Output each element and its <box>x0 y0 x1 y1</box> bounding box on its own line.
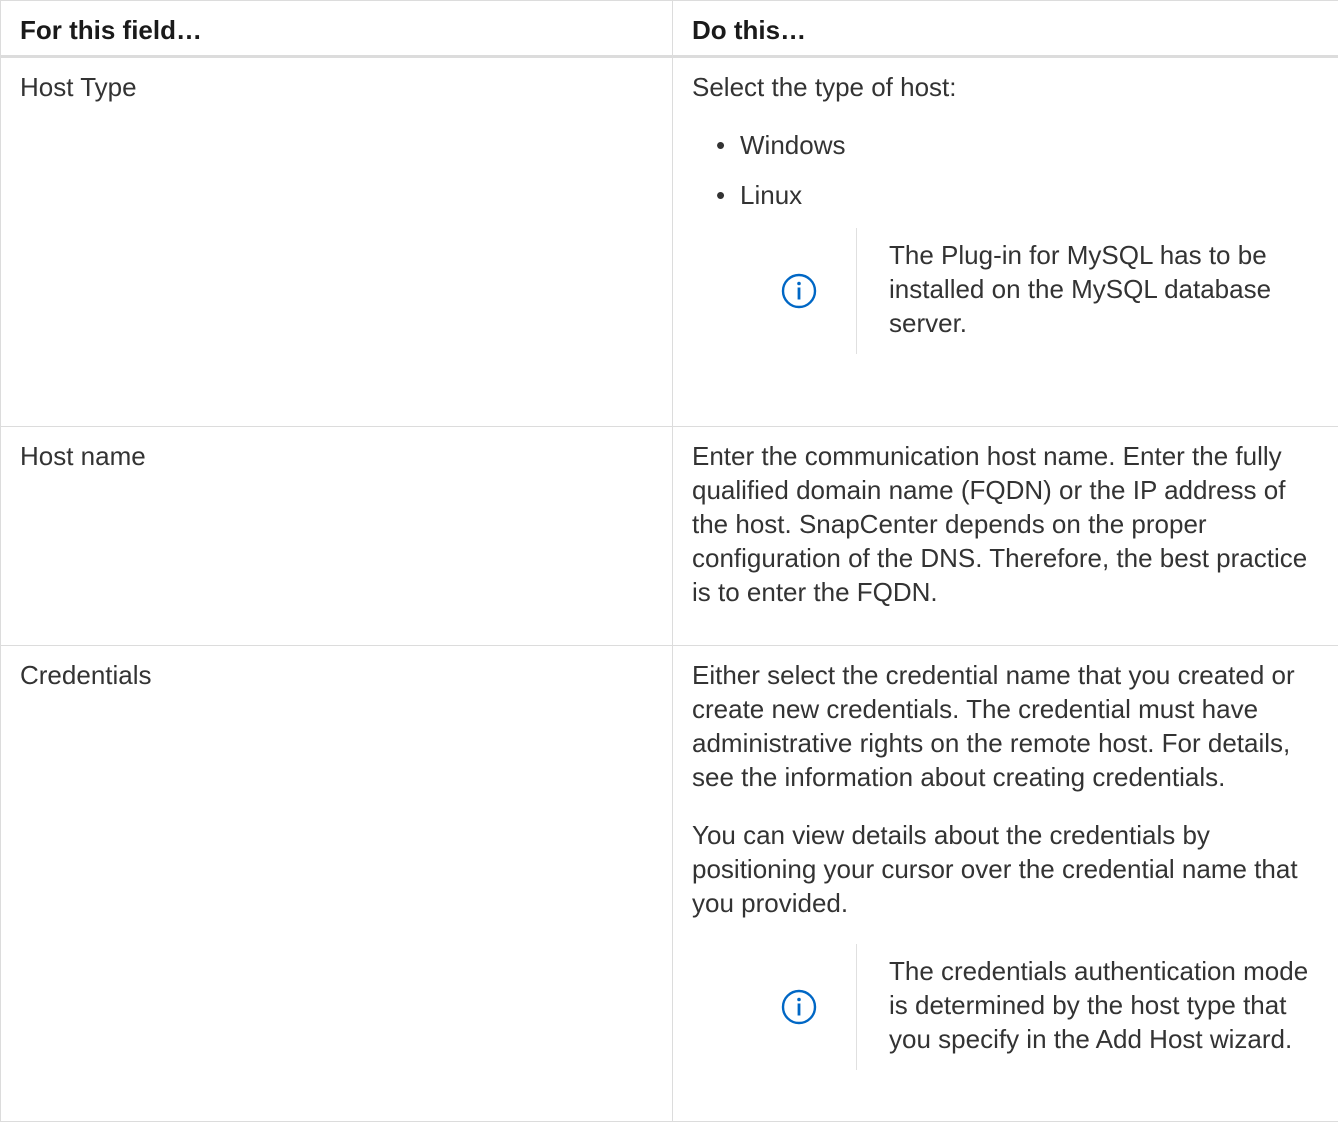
option-windows: Windows <box>692 128 1320 162</box>
field-label-host-type: Host Type <box>20 72 137 102</box>
credentials-paragraph-1: Either select the credential name that y… <box>692 660 1295 792</box>
fields-table: For this field… Do this… Host Type Selec… <box>0 0 1338 1122</box>
note-text: The credentials authentication mode is d… <box>889 956 1309 1054</box>
header-action: Do this… <box>672 0 1338 58</box>
header-field: For this field… <box>0 0 673 58</box>
host-name-description: Enter the communication host name. Enter… <box>692 441 1308 607</box>
table-header-row: For this field… Do this… <box>0 0 1338 58</box>
credentials-paragraph-2: You can view details about the credentia… <box>692 820 1298 918</box>
table-row-host-type: Host Type Select the type of host: Windo… <box>0 56 1338 427</box>
info-circle-icon <box>781 989 817 1025</box>
action-cell: Either select the credential name that y… <box>672 645 1338 1122</box>
table-row-host-name: Host name Enter the communication host n… <box>0 426 1338 646</box>
table-row-credentials: Credentials Either select the credential… <box>0 645 1338 1122</box>
field-cell: Credentials <box>0 645 673 1122</box>
action-cell: Select the type of host: Windows Linux <box>672 56 1338 427</box>
field-label-host-name: Host name <box>20 441 146 471</box>
note-box: The credentials authentication mode is d… <box>742 944 1320 1070</box>
note-text: The Plug-in for MySQL has to be installe… <box>889 240 1272 338</box>
option-linux: Linux <box>692 178 1320 212</box>
host-type-options: Windows Linux <box>692 128 1320 212</box>
field-cell: Host Type <box>0 56 673 427</box>
field-cell: Host name <box>0 426 673 646</box>
note-box: The Plug-in for MySQL has to be installe… <box>742 228 1320 354</box>
field-label-credentials: Credentials <box>20 660 152 690</box>
info-circle-icon <box>781 273 817 309</box>
host-type-intro: Select the type of host: <box>692 72 957 102</box>
action-cell: Enter the communication host name. Enter… <box>672 426 1338 646</box>
